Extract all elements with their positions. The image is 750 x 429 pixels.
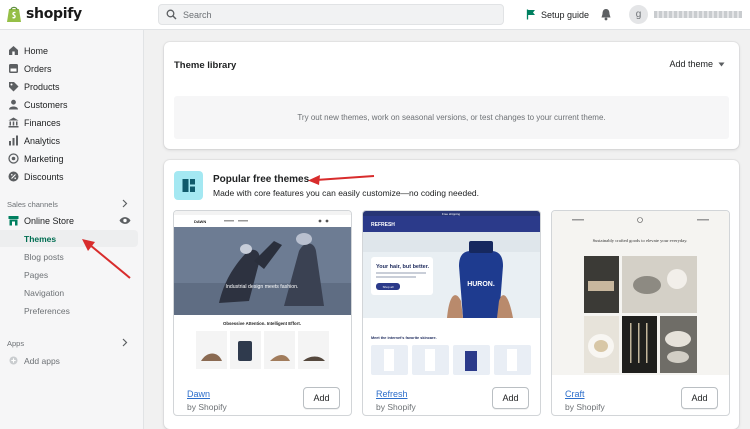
dawn-brand: DAWN (194, 219, 206, 224)
caret-down-icon (718, 62, 725, 66)
sidebar-subitem-navigation[interactable]: Navigation (0, 284, 138, 301)
theme-author-dawn: by Shopify (187, 402, 227, 412)
sidebar-subitem-label: Pages (24, 269, 49, 280)
add-craft-button[interactable]: Add (681, 387, 718, 409)
add-refresh-button[interactable]: Add (492, 387, 529, 409)
sidebar-subitem-label: Themes (24, 233, 57, 244)
plus-circle-icon (9, 356, 18, 365)
apps-label: Apps (7, 339, 25, 348)
sidebar-item-label: Orders (24, 63, 52, 74)
bank-icon (8, 117, 19, 128)
search-bar[interactable] (158, 4, 504, 25)
sidebar-item-label: Finances (24, 117, 61, 128)
chevron-right-icon[interactable] (121, 199, 128, 208)
sidebar-item-home[interactable]: Home (0, 42, 138, 59)
flag-icon (526, 9, 535, 20)
sidebar-item-label: Discounts (24, 171, 64, 182)
orders-icon (9, 64, 18, 73)
add-dawn-button[interactable]: Add (303, 387, 340, 409)
refresh-announcement: Free shipping (442, 212, 461, 216)
sidebar-item-online-store[interactable]: Online Store (0, 212, 138, 229)
sidebar-item-discounts[interactable]: Discounts (0, 168, 138, 185)
chevron-right-icon[interactable] (121, 338, 128, 347)
theme-preview-refresh[interactable]: Free shipping REFRESH Your hair, but bet… (363, 211, 540, 375)
sidebar-item-add-apps[interactable]: Add apps (0, 352, 138, 369)
setup-guide-button[interactable]: Setup guide (526, 9, 589, 20)
theme-card-refresh[interactable]: Free shipping REFRESH Your hair, but bet… (362, 210, 541, 416)
eye-icon[interactable] (119, 216, 131, 225)
sidebar-subitem-preferences[interactable]: Preferences (0, 302, 138, 319)
refresh-section-text: Meet the internet's favorite skincare. (371, 336, 437, 340)
refresh-product: HURON. (467, 281, 495, 288)
account-name-redacted[interactable] (654, 11, 742, 18)
search-icon (166, 9, 177, 20)
theme-name-dawn[interactable]: Dawn (187, 389, 210, 399)
popular-themes-title: Popular free themes (213, 174, 310, 185)
theme-card-craft[interactable]: Sustainably crafted goods to elevate you… (551, 210, 730, 416)
logo-text: shopify (26, 6, 82, 22)
home-icon (9, 46, 18, 55)
person-icon (9, 99, 18, 110)
sidebar-item-label: Customers (24, 99, 68, 110)
setup-guide-label: Setup guide (541, 9, 590, 20)
theme-preview-craft[interactable]: Sustainably crafted goods to elevate you… (552, 211, 729, 375)
theme-card-dawn[interactable]: DAWN Industrial design meets fashion. Ob… (173, 210, 352, 416)
sidebar-subitem-pages[interactable]: Pages (0, 266, 138, 283)
tag-icon (9, 82, 19, 92)
search-input[interactable] (183, 9, 483, 20)
refresh-hero-text: Your hair, but better. (376, 264, 430, 270)
theme-author-refresh: by Shopify (376, 402, 416, 412)
sidebar-item-products[interactable]: Products (0, 78, 138, 95)
theme-library-card: Theme library Add theme Try out new them… (164, 42, 739, 149)
sidebar-subitem-label: Preferences (24, 305, 70, 316)
theme-author-craft: by Shopify (565, 402, 605, 412)
target-icon (8, 153, 19, 164)
theme-name-craft[interactable]: Craft (565, 389, 585, 399)
dawn-section-text: Obsessive Attention. Intelligent Effort. (223, 321, 301, 326)
top-bar: shopify Setup guide g (0, 0, 750, 30)
sidebar-item-marketing[interactable]: Marketing (0, 150, 138, 167)
themes-icon (174, 171, 203, 200)
sales-channels-label: Sales channels (7, 200, 58, 209)
sidebar-item-analytics[interactable]: Analytics (0, 132, 138, 149)
avatar-initial: g (635, 9, 642, 20)
store-icon (8, 216, 19, 226)
sidebar: Home Orders Products Customers Finances … (0, 30, 144, 429)
theme-library-empty-text: Try out new themes, work on seasonal ver… (297, 113, 606, 122)
dawn-hero-text: Industrial design meets fashion. (226, 284, 299, 290)
sidebar-item-label: Marketing (24, 153, 64, 164)
theme-library-title: Theme library (174, 60, 237, 71)
bell-icon[interactable] (600, 8, 612, 21)
sidebar-item-label: Analytics (24, 135, 61, 146)
sidebar-item-label: Add apps (24, 355, 60, 366)
sidebar-subitem-label: Blog posts (24, 251, 64, 262)
sidebar-item-customers[interactable]: Customers (0, 96, 138, 113)
sidebar-subitem-label: Navigation (24, 287, 65, 298)
add-theme-button[interactable]: Add theme (669, 59, 725, 69)
shopify-logo[interactable]: shopify (6, 5, 82, 23)
sidebar-item-orders[interactable]: Orders (0, 60, 138, 77)
add-theme-label: Add theme (669, 59, 713, 69)
theme-preview-dawn[interactable]: DAWN Industrial design meets fashion. Ob… (174, 211, 351, 375)
refresh-cta: Shop all (383, 285, 394, 289)
popular-themes-card: Popular free themes Made with core featu… (164, 160, 739, 429)
sidebar-subitem-themes[interactable]: Themes (0, 230, 138, 247)
refresh-brand: REFRESH (371, 222, 395, 228)
sidebar-item-label: Products (24, 81, 60, 92)
discount-icon (8, 171, 19, 182)
sidebar-item-label: Home (24, 45, 49, 56)
avatar[interactable]: g (629, 5, 648, 24)
sidebar-item-label: Online Store (24, 215, 75, 226)
popular-themes-subtitle: Made with core features you can easily c… (213, 188, 480, 198)
theme-name-refresh[interactable]: Refresh (376, 389, 408, 399)
shopify-bag-icon (7, 6, 21, 22)
sidebar-subitem-blog-posts[interactable]: Blog posts (0, 248, 138, 265)
theme-library-empty-state: Try out new themes, work on seasonal ver… (174, 96, 729, 139)
craft-hero-text: Sustainably crafted goods to elevate you… (593, 238, 688, 243)
sidebar-item-finances[interactable]: Finances (0, 114, 138, 131)
bar-chart-icon (9, 135, 18, 146)
